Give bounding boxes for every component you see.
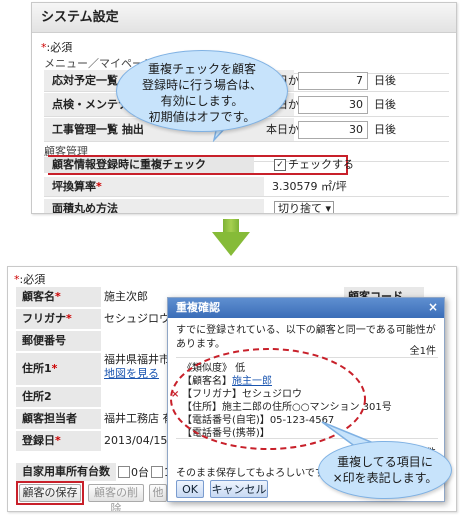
- ok-button[interactable]: OK: [176, 480, 204, 498]
- customer-name-value: 施主次郎: [104, 290, 148, 303]
- rounding-row: 面積丸め方法 切り捨て ▾: [44, 199, 449, 214]
- register-date-value: 2013/04/15: [104, 434, 168, 447]
- field-label: 登録日*: [16, 431, 101, 451]
- suffix-text: 日後: [374, 98, 396, 111]
- suffix-text: 日後: [374, 74, 396, 87]
- furigana-value: セシュジロウ: [104, 312, 170, 325]
- page-title: システム設定: [32, 3, 456, 33]
- other-button[interactable]: 他: [149, 484, 167, 502]
- suffix-text: 日後: [374, 123, 396, 136]
- save-customer-button[interactable]: 顧客の保存: [19, 484, 81, 502]
- cancel-button[interactable]: キャンセル: [210, 480, 268, 498]
- days-input[interactable]: 30: [298, 121, 368, 139]
- staff-value: 福井工務店 有: [104, 412, 174, 425]
- chevron-down-icon: ▾: [325, 202, 331, 214]
- dup-check-checkbox[interactable]: ✓: [274, 159, 286, 171]
- car-count-label: 自家用車所有台数: [16, 463, 116, 481]
- down-arrow-icon: [223, 219, 239, 233]
- delete-customer-button[interactable]: 顧客の削除: [88, 484, 144, 511]
- dialog-title: 重複確認: [168, 298, 444, 318]
- dup-check-text: チェックする: [288, 158, 354, 171]
- tsubo-value: 3.30579 ㎡/坪: [272, 180, 347, 193]
- days-input[interactable]: 30: [298, 96, 368, 114]
- field-label: 住所2: [16, 387, 101, 407]
- field-label: 郵便番号: [16, 331, 101, 351]
- rounding-select[interactable]: 切り捨て ▾: [274, 201, 334, 214]
- field-label: 顧客担当者: [16, 409, 101, 429]
- field-label: 住所1*: [16, 353, 101, 385]
- bottom-callout: 重複してる項目に ×印を表記します。: [318, 441, 452, 499]
- car-1-checkbox[interactable]: [151, 466, 163, 478]
- car-0-text: 0台: [131, 466, 149, 479]
- dup-check-row: 顧客情報登録時に重複チェック ✓ チェックする: [44, 157, 449, 173]
- tsubo-label: 坪換算率*: [44, 177, 264, 196]
- close-icon[interactable]: ×: [428, 300, 438, 314]
- top-callout: 重複チェックを顧客 登録時に行う場合は、 有効にします。 初期値はオフです。: [116, 50, 288, 132]
- rounding-label: 面積丸め方法: [44, 199, 264, 213]
- address1-value: 福井県福井市: [104, 353, 170, 366]
- result-count: 全1件: [409, 346, 436, 357]
- field-label: 顧客名*: [16, 287, 101, 307]
- map-link[interactable]: 地図を見る: [104, 367, 159, 381]
- tsubo-row: 坪換算率* 3.30579 ㎡/坪: [44, 177, 449, 197]
- days-input[interactable]: 7: [298, 72, 368, 90]
- field-label: フリガナ*: [16, 309, 101, 329]
- dup-check-label: 顧客情報登録時に重複チェック: [44, 157, 254, 173]
- down-arrow-head-icon: [212, 232, 250, 256]
- required-note: *:必須: [14, 273, 46, 286]
- car-0-checkbox[interactable]: [118, 466, 130, 478]
- required-note: *:必須: [41, 41, 73, 54]
- confirm-text: そのまま保存してもよろしいですか: [176, 468, 335, 479]
